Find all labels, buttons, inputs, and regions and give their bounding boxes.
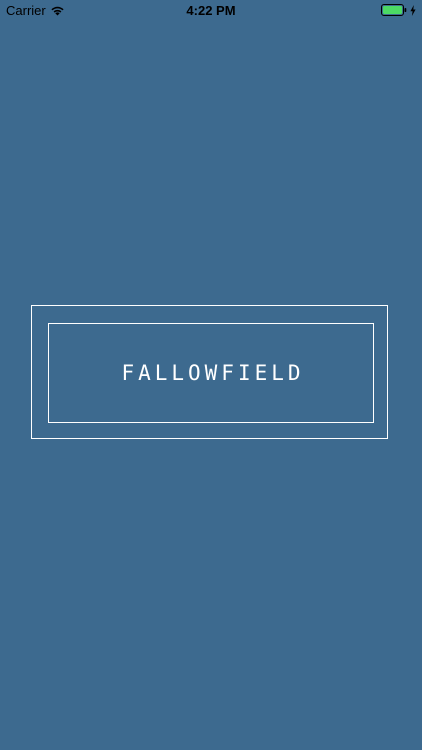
status-bar: Carrier 4:22 PM: [0, 0, 422, 22]
brand-logo-text: FALLOWFIELD: [121, 361, 305, 385]
battery-icon: [381, 4, 407, 16]
status-time: 4:22 PM: [186, 3, 236, 18]
battery-indicator: [381, 4, 416, 16]
charging-bolt-icon: [410, 4, 416, 16]
logo-inner-frame: FALLOWFIELD: [48, 323, 374, 423]
